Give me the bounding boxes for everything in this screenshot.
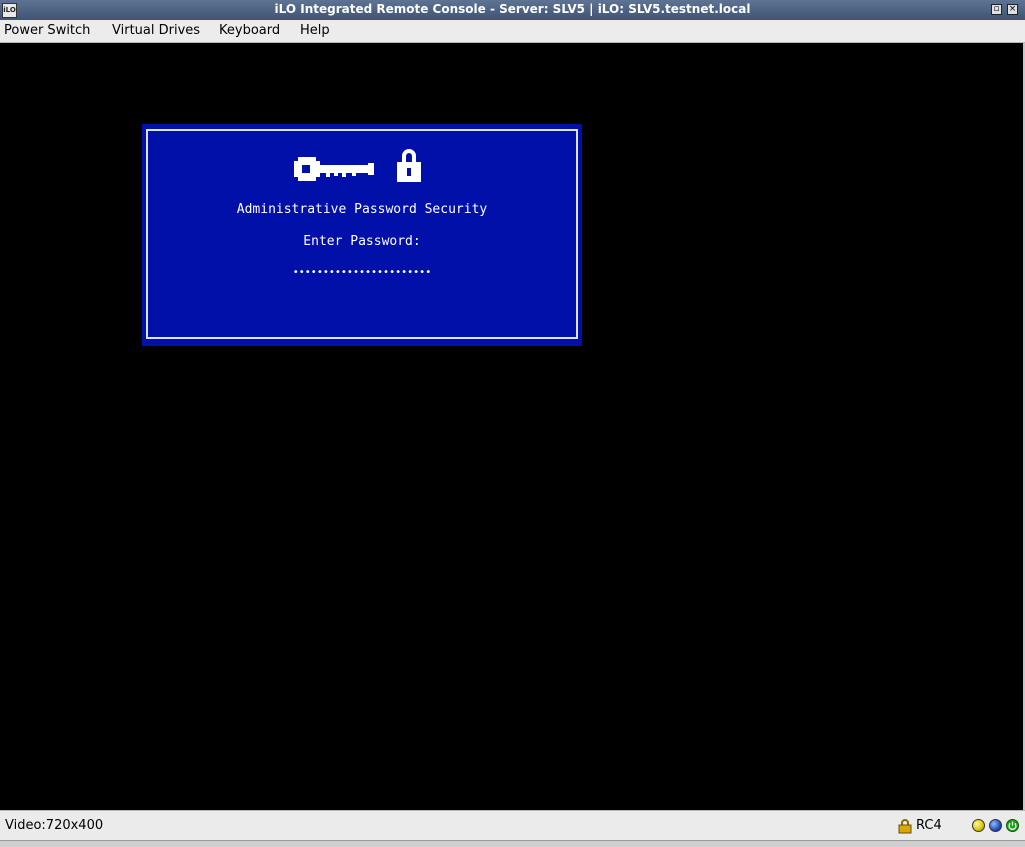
blue-led-icon xyxy=(989,819,1002,832)
window-title: iLO Integrated Remote Console - Server: … xyxy=(274,2,751,16)
menu-virtual-drives[interactable]: Virtual Drives xyxy=(109,22,203,39)
close-button[interactable]: × xyxy=(1007,4,1018,15)
video-mode: Video:720x400 xyxy=(5,818,104,833)
title-bar: iLO iLO Integrated Remote Console - Serv… xyxy=(0,0,1025,21)
menu-power-switch[interactable]: Power Switch xyxy=(1,22,93,39)
menu-keyboard[interactable]: Keyboard xyxy=(216,22,283,39)
yellow-led-icon xyxy=(972,819,985,832)
status-bar: Video:720x400 RC4 xyxy=(0,810,1025,841)
menu-help[interactable]: Help xyxy=(297,22,333,39)
dialog-heading: Administrative Password Security xyxy=(236,202,488,217)
padlock-icon xyxy=(397,149,421,182)
key-icon xyxy=(294,157,374,181)
remote-console-display[interactable]: Administrative Password Security Enter P… xyxy=(0,43,1025,810)
menu-bar: Power Switch Virtual Drives Keyboard Hel… xyxy=(0,20,1025,43)
lock-icon xyxy=(898,819,912,834)
password-prompt: Enter Password: xyxy=(303,234,421,249)
encryption-cipher: RC4 xyxy=(916,818,942,833)
power-led-icon[interactable] xyxy=(1006,819,1019,832)
password-dialog: Administrative Password Security Enter P… xyxy=(142,124,582,346)
password-mask: ••••••••••••••••••••••• xyxy=(292,267,432,278)
maximize-button[interactable]: ▫ xyxy=(991,4,1002,15)
password-dialog-border: Administrative Password Security Enter P… xyxy=(146,129,578,339)
